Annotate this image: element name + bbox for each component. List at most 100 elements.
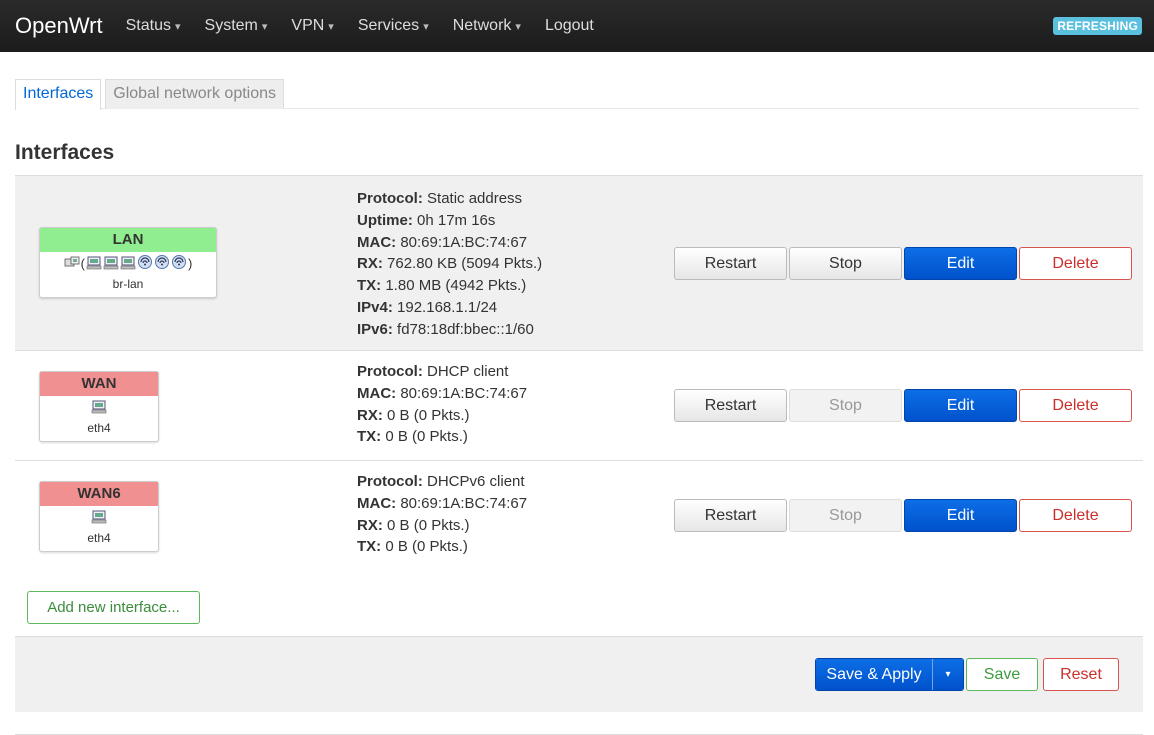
status-line: Uptime: 0h 17m 16s [357,210,542,232]
refreshing-badge[interactable]: REFRESHING [1053,17,1142,35]
interface-name: LAN [40,228,216,252]
interface-row-lan: LAN() br-lan Protocol: Static address Uptim… [15,176,1143,351]
add-new-interface-button[interactable]: Add new interface... [27,591,200,624]
device-name: br-lan [112,277,144,291]
wifi-icon [171,254,187,273]
brand-logo[interactable]: OpenWrt [15,13,103,39]
status-label: Protocol: [357,190,423,207]
save-apply-button-group: Save & Apply ▾ [815,658,964,691]
status-line: RX: 0 B (0 Pkts.) [357,405,527,427]
nav-network[interactable]: Network ▾ [453,17,521,35]
interface-badge: WAN6 eth4 [39,481,159,552]
status-label: Protocol: [357,363,423,380]
delete-button[interactable]: Delete [1019,247,1132,280]
status-label: TX: [357,277,382,295]
status-line: RX: 762.80 KB (5094 Pkts.) [357,253,542,275]
status-value: 0h 17m 16s [417,211,496,229]
status-value: 1.80 MB (4942 Pkts.) [385,277,527,295]
caret-down-icon: ▾ [174,21,181,33]
status-value: DHCPv6 client [427,473,525,490]
status-value: 80:69:1A:BC:74:67 [400,494,528,512]
nav-label: Network [452,17,512,34]
nav-label: Status [125,17,171,34]
edit-button[interactable]: Edit [904,389,1017,422]
stop-button: Stop [789,389,902,422]
stop-button[interactable]: Stop [789,247,902,280]
bracket-glyph: ) [188,255,193,271]
save-apply-button[interactable]: Save & Apply [816,659,933,690]
save-apply-dropdown-icon[interactable]: ▾ [933,659,963,690]
caret-down-icon: ▾ [515,21,521,33]
tab-bar: Interfaces Global network options [15,79,1139,110]
status-line: TX: 0 B (0 Pkts.) [357,426,527,448]
status-label: RX: [357,406,383,424]
ethernet-icon [64,254,80,273]
edit-button[interactable]: Edit [904,499,1017,532]
status-line: Protocol: DHCP client [357,361,527,383]
main-nav: Status ▾ System ▾ VPN ▾ Services ▾ Network ▾ Logou… [126,17,618,35]
interface-status: Protocol: DHCPv6 client MAC: 80:69:1A:BC:… [357,471,527,558]
status-value: 0 B (0 Pkts.) [385,428,468,446]
status-value: 192.168.1.1/24 [397,298,498,316]
status-value: Static address [427,190,523,207]
status-line: MAC: 80:69:1A:BC:74:67 [357,383,527,405]
status-label: Protocol: [357,473,423,490]
caret-down-icon: ▾ [328,21,334,33]
status-value: 80:69:1A:BC:74:67 [400,233,528,251]
status-value: fd78:18df:bbec::1/60 [397,320,534,338]
nav-status[interactable]: Status ▾ [126,17,181,35]
nav-system[interactable]: System ▾ [205,17,268,35]
interfaces-table: LAN() br-lan Protocol: Static address Uptim… [15,175,1143,571]
status-value: 0 B (0 Pkts.) [387,406,470,424]
status-label: TX: [357,428,382,446]
device-icons [40,506,158,528]
delete-button[interactable]: Delete [1019,389,1132,422]
nav-label: Services [357,17,420,34]
status-line: TX: 0 B (0 Pkts.) [357,536,527,558]
port-icon [91,508,107,527]
reset-button[interactable]: Reset [1043,658,1119,691]
port-icon [120,254,136,273]
interface-row-wan: WAN eth4 Protocol: DHCP client MAC: 80:69:1… [15,351,1143,461]
status-label: IPv4: [357,298,393,316]
status-line: TX: 1.80 MB (4942 Pkts.) [357,275,542,297]
status-line: Protocol: Static address [357,188,542,210]
nav-logout[interactable]: Logout [545,17,594,35]
status-label: MAC: [357,384,397,402]
device-icons: () [40,252,216,274]
status-label: MAC: [357,233,397,251]
status-line: Protocol: DHCPv6 client [357,471,527,493]
nav-vpn[interactable]: VPN ▾ [291,17,333,35]
status-line: MAC: 80:69:1A:BC:74:67 [357,232,542,254]
section-title: Interfaces [15,141,115,164]
edit-button[interactable]: Edit [904,247,1017,280]
restart-button[interactable]: Restart [674,499,787,532]
interface-badge: WAN eth4 [39,371,159,442]
save-button[interactable]: Save [966,658,1038,691]
nav-label: System [204,17,258,34]
device-name: eth4 [87,421,111,435]
status-line: MAC: 80:69:1A:BC:74:67 [357,493,527,515]
nav-label: Logout [544,17,594,34]
top-navbar: OpenWrt Status ▾ System ▾ VPN ▾ Services ▾ Netwo… [0,0,1154,52]
port-icon [103,254,119,273]
page-actions-bar: Save & Apply ▾ Save Reset [15,636,1143,712]
status-line: IPv4: 192.168.1.1/24 [357,297,542,319]
restart-button[interactable]: Restart [674,247,787,280]
tab-interfaces[interactable]: Interfaces [15,79,102,110]
stop-button: Stop [789,499,902,532]
nav-services[interactable]: Services ▾ [358,17,429,35]
row-actions: Restart Stop Edit Delete [674,389,1134,422]
caret-down-icon: ▾ [423,21,429,33]
status-line: RX: 0 B (0 Pkts.) [357,515,527,537]
nav-label: VPN [291,17,325,34]
wifi-icon [154,254,170,273]
delete-button[interactable]: Delete [1019,499,1132,532]
row-actions: Restart Stop Edit Delete [674,499,1134,532]
status-label: IPv6: [357,320,393,338]
tab-global-network-options[interactable]: Global network options [105,79,285,109]
status-label: TX: [357,538,382,556]
status-label: RX: [357,516,383,534]
restart-button[interactable]: Restart [674,389,787,422]
bracket-glyph: ( [80,255,85,271]
